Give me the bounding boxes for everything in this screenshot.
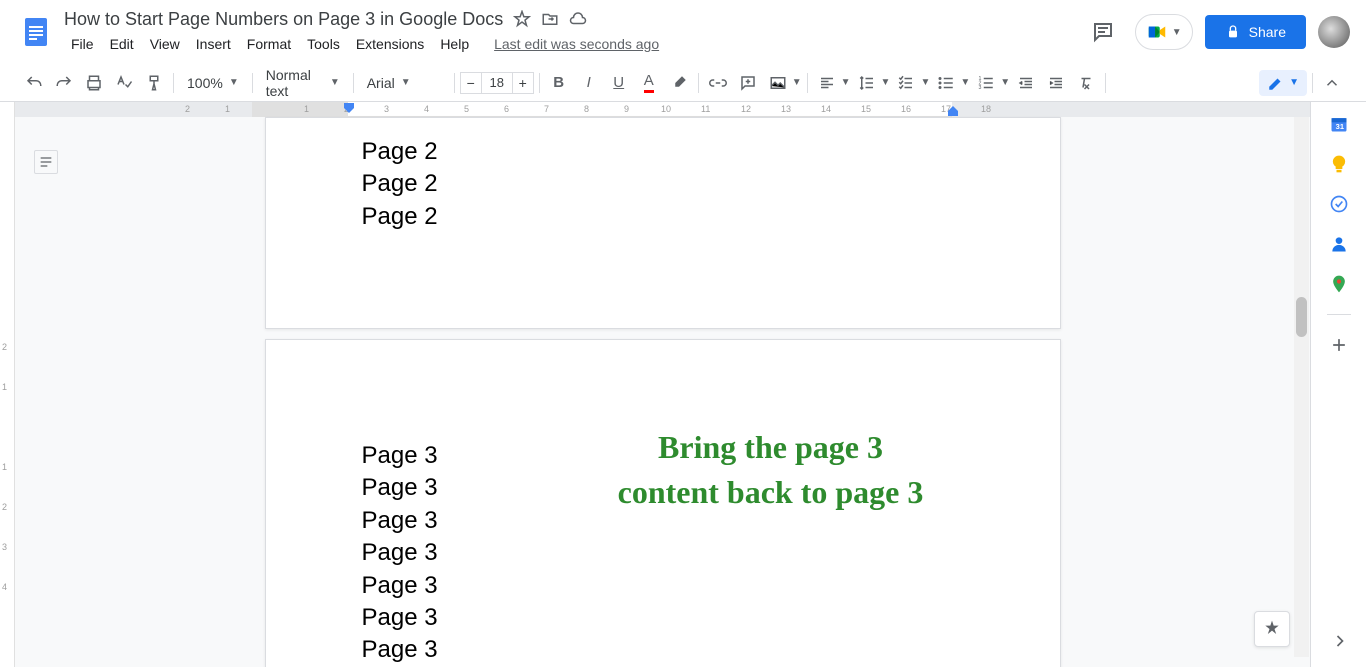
user-avatar[interactable]: [1318, 16, 1350, 48]
decrease-font-button[interactable]: −: [460, 72, 482, 94]
decrease-indent-button[interactable]: [1012, 69, 1040, 97]
bold-button[interactable]: B: [545, 69, 573, 97]
vertical-scrollbar[interactable]: [1294, 117, 1309, 657]
numbered-list-button[interactable]: 123▼: [972, 69, 1010, 97]
insert-image-button[interactable]: ▼: [764, 69, 802, 97]
undo-button[interactable]: [20, 69, 48, 97]
menu-view[interactable]: View: [143, 32, 187, 56]
svg-text:3: 3: [979, 85, 982, 91]
text-color-button[interactable]: A: [635, 69, 663, 97]
page-text: Page 3: [362, 570, 964, 602]
star-icon[interactable]: [513, 10, 531, 28]
font-select[interactable]: Arial▼: [359, 71, 449, 95]
bulleted-list-button[interactable]: ▼: [932, 69, 970, 97]
title-area: How to Start Page Numbers on Page 3 in G…: [64, 9, 1083, 56]
menu-insert[interactable]: Insert: [189, 32, 238, 56]
menu-help[interactable]: Help: [433, 32, 476, 56]
share-label: Share: [1249, 24, 1286, 40]
docs-logo[interactable]: [16, 12, 56, 52]
document-page-3[interactable]: Page 3 Page 3 Page 3 Page 3 Page 3 Page …: [265, 339, 1061, 667]
page-text: Page 3: [362, 602, 964, 634]
document-scroll-area[interactable]: 2 1 1 2 3 4 5 6 7 8 9 10 11 12 13 14 15 …: [15, 102, 1310, 667]
scrollbar-thumb[interactable]: [1296, 297, 1307, 337]
increase-indent-button[interactable]: [1042, 69, 1070, 97]
indent-marker-right[interactable]: [947, 102, 959, 117]
hide-side-panel-icon[interactable]: [1330, 631, 1350, 651]
menu-extensions[interactable]: Extensions: [349, 32, 431, 56]
italic-button[interactable]: I: [575, 69, 603, 97]
maps-icon[interactable]: [1329, 274, 1349, 294]
spellcheck-button[interactable]: [110, 69, 138, 97]
increase-font-button[interactable]: +: [512, 72, 534, 94]
menu-edit[interactable]: Edit: [103, 32, 141, 56]
editing-mode-button[interactable]: ▼: [1259, 70, 1307, 96]
clear-formatting-button[interactable]: [1072, 69, 1100, 97]
checklist-button[interactable]: ▼: [892, 69, 930, 97]
font-size-control: − +: [460, 72, 534, 94]
comment-history-icon[interactable]: [1083, 12, 1123, 52]
meet-button[interactable]: ▼: [1135, 14, 1193, 50]
page-text: Page 3: [362, 634, 964, 666]
cloud-status-icon[interactable]: [569, 10, 587, 28]
side-panel: 31: [1310, 102, 1366, 667]
move-icon[interactable]: [541, 10, 559, 28]
pages-area: Page 2 Page 2 Page 2 Page 3 Page 3 Page …: [15, 117, 1310, 667]
document-title[interactable]: How to Start Page Numbers on Page 3 in G…: [64, 9, 503, 30]
explore-button[interactable]: [1254, 611, 1290, 647]
redo-button[interactable]: [50, 69, 78, 97]
align-button[interactable]: ▼: [813, 69, 851, 97]
calendar-icon[interactable]: 31: [1329, 114, 1349, 134]
document-page-2[interactable]: Page 2 Page 2 Page 2: [265, 117, 1061, 329]
page-text: Page 3: [362, 537, 964, 569]
page-text: Page 2: [362, 136, 964, 168]
main-area: 2 1 1 2 3 4 2 1 1 2 3 4 5 6 7 8 9 10 11 …: [0, 102, 1366, 667]
add-addon-icon[interactable]: [1329, 335, 1349, 355]
font-size-input[interactable]: [482, 72, 512, 94]
add-comment-button[interactable]: [734, 69, 762, 97]
menu-bar: File Edit View Insert Format Tools Exten…: [64, 32, 1083, 56]
hide-menus-button[interactable]: [1318, 69, 1346, 97]
line-spacing-button[interactable]: ▼: [853, 69, 891, 97]
svg-text:31: 31: [1335, 122, 1343, 131]
page-text: Page 2: [362, 168, 964, 200]
highlight-color-button[interactable]: [665, 69, 693, 97]
last-edit-link[interactable]: Last edit was seconds ago: [494, 36, 659, 52]
annotation-overlay: Bring the page 3 content back to page 3: [556, 425, 986, 515]
print-button[interactable]: [80, 69, 108, 97]
chevron-down-icon: ▼: [1172, 27, 1182, 38]
underline-button[interactable]: U: [605, 69, 633, 97]
keep-icon[interactable]: [1329, 154, 1349, 174]
share-button[interactable]: Share: [1205, 15, 1306, 49]
zoom-select[interactable]: 100%▼: [179, 71, 247, 95]
style-select[interactable]: Normal text▼: [258, 63, 348, 103]
app-header: How to Start Page Numbers on Page 3 in G…: [0, 0, 1366, 64]
paint-format-button[interactable]: [140, 69, 168, 97]
indent-marker-left[interactable]: [343, 102, 355, 117]
tasks-icon[interactable]: [1329, 194, 1349, 214]
document-outline-button[interactable]: [34, 150, 58, 174]
menu-file[interactable]: File: [64, 32, 101, 56]
vertical-ruler[interactable]: 2 1 1 2 3 4: [0, 102, 15, 667]
insert-link-button[interactable]: [704, 69, 732, 97]
page-text: Page 2: [362, 201, 964, 233]
menu-tools[interactable]: Tools: [300, 32, 347, 56]
contacts-icon[interactable]: [1329, 234, 1349, 254]
toolbar: 100%▼ Normal text▼ Arial▼ − + B I U A ▼ …: [0, 64, 1366, 102]
menu-format[interactable]: Format: [240, 32, 298, 56]
header-actions: ▼ Share: [1083, 12, 1350, 52]
horizontal-ruler[interactable]: 2 1 1 2 3 4 5 6 7 8 9 10 11 12 13 14 15 …: [15, 102, 1310, 117]
